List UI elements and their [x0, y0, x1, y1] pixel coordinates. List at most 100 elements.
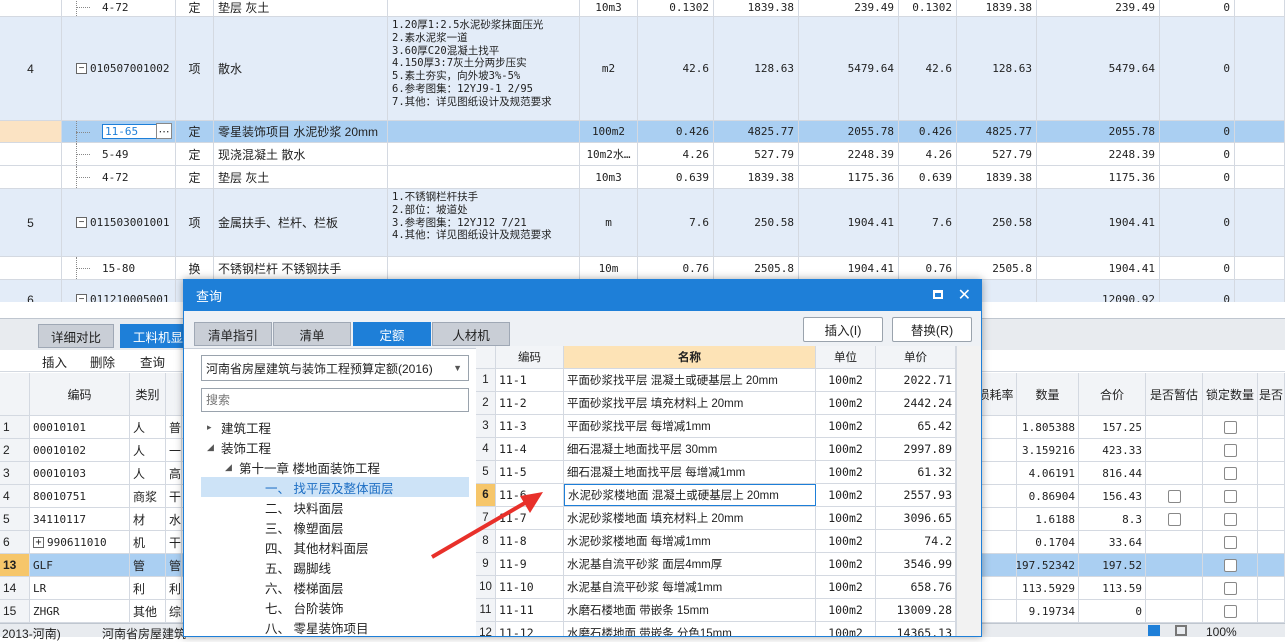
row-total[interactable]: 1175.36 — [799, 166, 899, 188]
grid-row[interactable]: 5-49 定 现浇混凝土 散水 10m2水… 4.26 527.79 2248.39 4.26… — [0, 143, 1285, 166]
row-zero[interactable]: 0 — [1160, 166, 1235, 188]
row-name[interactable]: 散水 — [214, 17, 388, 120]
grid-row[interactable]: 4-72 定 垫层 灰土 10m3 0.1302 1839.38 239.49 0.1302 1… — [0, 0, 1285, 17]
row-temp[interactable] — [1146, 485, 1203, 507]
row-temp[interactable] — [1146, 508, 1203, 530]
row-code[interactable]: 11-65 ⋯ — [62, 121, 176, 142]
row-category[interactable]: 其他 — [130, 600, 166, 622]
row-qty[interactable]: 0.426 — [638, 121, 714, 142]
row-total[interactable]: 2248.39 — [799, 143, 899, 165]
collapse-icon[interactable]: − — [76, 294, 87, 302]
row-qty[interactable]: 0.1302 — [638, 0, 714, 16]
row-category[interactable]: 人 — [130, 416, 166, 438]
row-total2[interactable]: 5479.64 — [1037, 17, 1160, 120]
row-name[interactable]: 零星装饰项目 水泥砂浆 20mm — [214, 121, 388, 142]
tree-node[interactable]: 八、 零星装饰项目 — [201, 617, 469, 636]
row-description[interactable]: 1.不锈钢栏杆扶手 2.部位：坡道处 3.参考图集：12YJ12 7/21 4.… — [388, 189, 580, 256]
row-unit[interactable]: 10m3 — [580, 166, 638, 188]
more-icon[interactable]: ⋯ — [156, 123, 172, 139]
row-category[interactable]: 人 — [130, 462, 166, 484]
row-index[interactable]: 6 — [0, 531, 30, 553]
grid-row[interactable]: 4-72 定 垫层 灰土 10m3 0.639 1839.38 1175.36 0.639 18… — [0, 166, 1285, 189]
quota-code[interactable]: 11-7 — [496, 507, 564, 529]
row-zero[interactable]: 0 — [1160, 17, 1235, 120]
lock-qty-checkbox[interactable] — [1223, 581, 1237, 595]
row-index[interactable]: 4 — [0, 485, 30, 507]
row-total[interactable]: 2055.78 — [799, 121, 899, 142]
row-is[interactable] — [1258, 508, 1285, 530]
row-sum[interactable]: 197.52 — [1079, 554, 1146, 576]
row-qty[interactable]: 0.76 — [638, 257, 714, 279]
row-qty[interactable]: 42.6 — [638, 17, 714, 120]
row-zero[interactable]: 0 — [1160, 0, 1235, 16]
row-lock[interactable] — [1203, 508, 1258, 530]
row-code[interactable]: 00010103 — [30, 462, 130, 484]
columns-icon[interactable] — [1175, 625, 1187, 636]
row-name[interactable]: 利 — [166, 577, 182, 599]
row-index[interactable] — [0, 0, 62, 16]
quota-row[interactable]: 2 11-2 平面砂浆找平层 填充材料上 20mm 100m2 2442.24 — [476, 392, 956, 415]
quota-price[interactable]: 65.42 — [876, 415, 956, 437]
row-qty[interactable]: 4.26 — [638, 143, 714, 165]
grid-row[interactable]: 4 −010507001002 项 散水 1.20厚1:2.5水泥砂浆抹面压光 2.素水… — [0, 17, 1285, 121]
quota-unit[interactable]: 100m2 — [816, 438, 876, 460]
quota-name[interactable]: 水泥砂浆楼地面 填充材料上 20mm — [564, 507, 816, 529]
header-code[interactable]: 编码 — [30, 373, 130, 415]
scrollbar[interactable] — [956, 346, 981, 636]
row-temp[interactable] — [1146, 439, 1203, 461]
collapse-arrow-icon[interactable]: ◢ — [225, 462, 239, 473]
library-select[interactable]: 河南省房屋建筑与装饰工程预算定额(2016) ▼ — [201, 355, 469, 381]
row-description[interactable]: 1.20厚1:2.5水泥砂浆抹面压光 2.素水泥浆一道 3.60厚C20混凝土找… — [388, 17, 580, 120]
row-total[interactable]: 239.49 — [799, 0, 899, 16]
row-code[interactable]: 4-72 — [62, 166, 176, 188]
quota-code[interactable]: 11-10 — [496, 576, 564, 598]
row-unit[interactable]: 10m3 — [580, 0, 638, 16]
row-index[interactable] — [0, 257, 62, 279]
row-zero[interactable]: 0 — [1160, 280, 1235, 302]
row-sum[interactable]: 8.3 — [1079, 508, 1146, 530]
quota-price[interactable]: 61.32 — [876, 461, 956, 483]
lock-qty-checkbox[interactable] — [1223, 512, 1237, 526]
row-total2[interactable]: 1175.36 — [1037, 166, 1160, 188]
row-index[interactable]: 5 — [0, 508, 30, 530]
tree-node[interactable]: ◢ 装饰工程 — [201, 437, 469, 457]
row-is[interactable] — [1258, 485, 1285, 507]
quota-i[interactable]: 5 — [476, 461, 496, 483]
header-blank[interactable] — [0, 373, 30, 415]
quota-name[interactable]: 水泥基自流平砂浆 每增减1mm — [564, 576, 816, 598]
row-code[interactable]: −010507001002 — [62, 17, 176, 120]
tab-quota[interactable]: 定额 — [353, 322, 431, 346]
row-sum[interactable]: 0 — [1079, 600, 1146, 622]
row-qty[interactable]: 3.159216 — [1017, 439, 1079, 461]
row-code[interactable]: 80010751 — [30, 485, 130, 507]
lock-qty-checkbox[interactable] — [1223, 420, 1237, 434]
row-index[interactable]: 1 — [0, 416, 30, 438]
header-unit[interactable]: 单位 — [816, 346, 876, 368]
collapse-icon[interactable]: − — [76, 63, 87, 74]
quota-name[interactable]: 细石混凝土地面找平层 30mm — [564, 438, 816, 460]
row-type[interactable]: 定 — [176, 121, 214, 142]
row-qty2[interactable]: 7.6 — [899, 189, 957, 256]
quota-price[interactable]: 2442.24 — [876, 392, 956, 414]
row-qty[interactable]: 1.805388 — [1017, 416, 1079, 438]
row-extra[interactable] — [1235, 257, 1285, 279]
row-qty2[interactable]: 0.639 — [899, 166, 957, 188]
quota-name[interactable]: 平面砂浆找平层 每增减1mm — [564, 415, 816, 437]
quota-name[interactable]: 细石混凝土地面找平层 每增减1mm — [564, 461, 816, 483]
row-code[interactable]: 4-72 — [62, 0, 176, 16]
row-zero[interactable]: 0 — [1160, 189, 1235, 256]
row-price[interactable]: 4825.77 — [714, 121, 799, 142]
row-name[interactable]: 干 — [166, 485, 182, 507]
quota-code[interactable]: 11-11 — [496, 599, 564, 621]
row-unit[interactable]: m — [580, 189, 638, 256]
row-qty[interactable]: 0.639 — [638, 166, 714, 188]
quota-name[interactable]: 水泥砂浆楼地面 每增减1mm — [564, 530, 816, 552]
row-description[interactable] — [388, 166, 580, 188]
quota-price[interactable]: 2022.71 — [876, 369, 956, 391]
quota-price[interactable]: 2557.93 — [876, 484, 956, 506]
row-index[interactable]: 4 — [0, 17, 62, 120]
tree-node[interactable]: ▸ 建筑工程 — [201, 417, 469, 437]
row-total[interactable]: 1904.41 — [799, 257, 899, 279]
row-category[interactable]: 商浆 — [130, 485, 166, 507]
row-price[interactable]: 2505.8 — [714, 257, 799, 279]
